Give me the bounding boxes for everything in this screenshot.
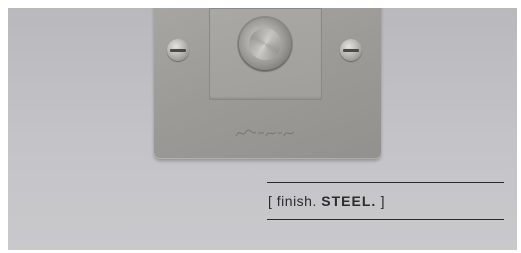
finish-caption: [ finish. STEEL. ] [268, 193, 385, 209]
screw-icon [167, 39, 189, 61]
product-photo: [ finish. STEEL. ] [8, 8, 517, 250]
caption-open-bracket: [ [268, 193, 273, 209]
caption-word: finish. [276, 193, 317, 209]
engraved-brand-logo [235, 129, 295, 137]
caption-close-bracket: ] [380, 193, 386, 209]
dimmer-knob [239, 18, 291, 70]
steel-wall-plate [154, 8, 381, 159]
caption-rule-top [267, 182, 504, 183]
caption-finish-name: STEEL. [321, 193, 377, 209]
caption-rule-bottom [267, 219, 504, 220]
screw-icon [340, 39, 362, 61]
switch-panel [209, 8, 322, 100]
